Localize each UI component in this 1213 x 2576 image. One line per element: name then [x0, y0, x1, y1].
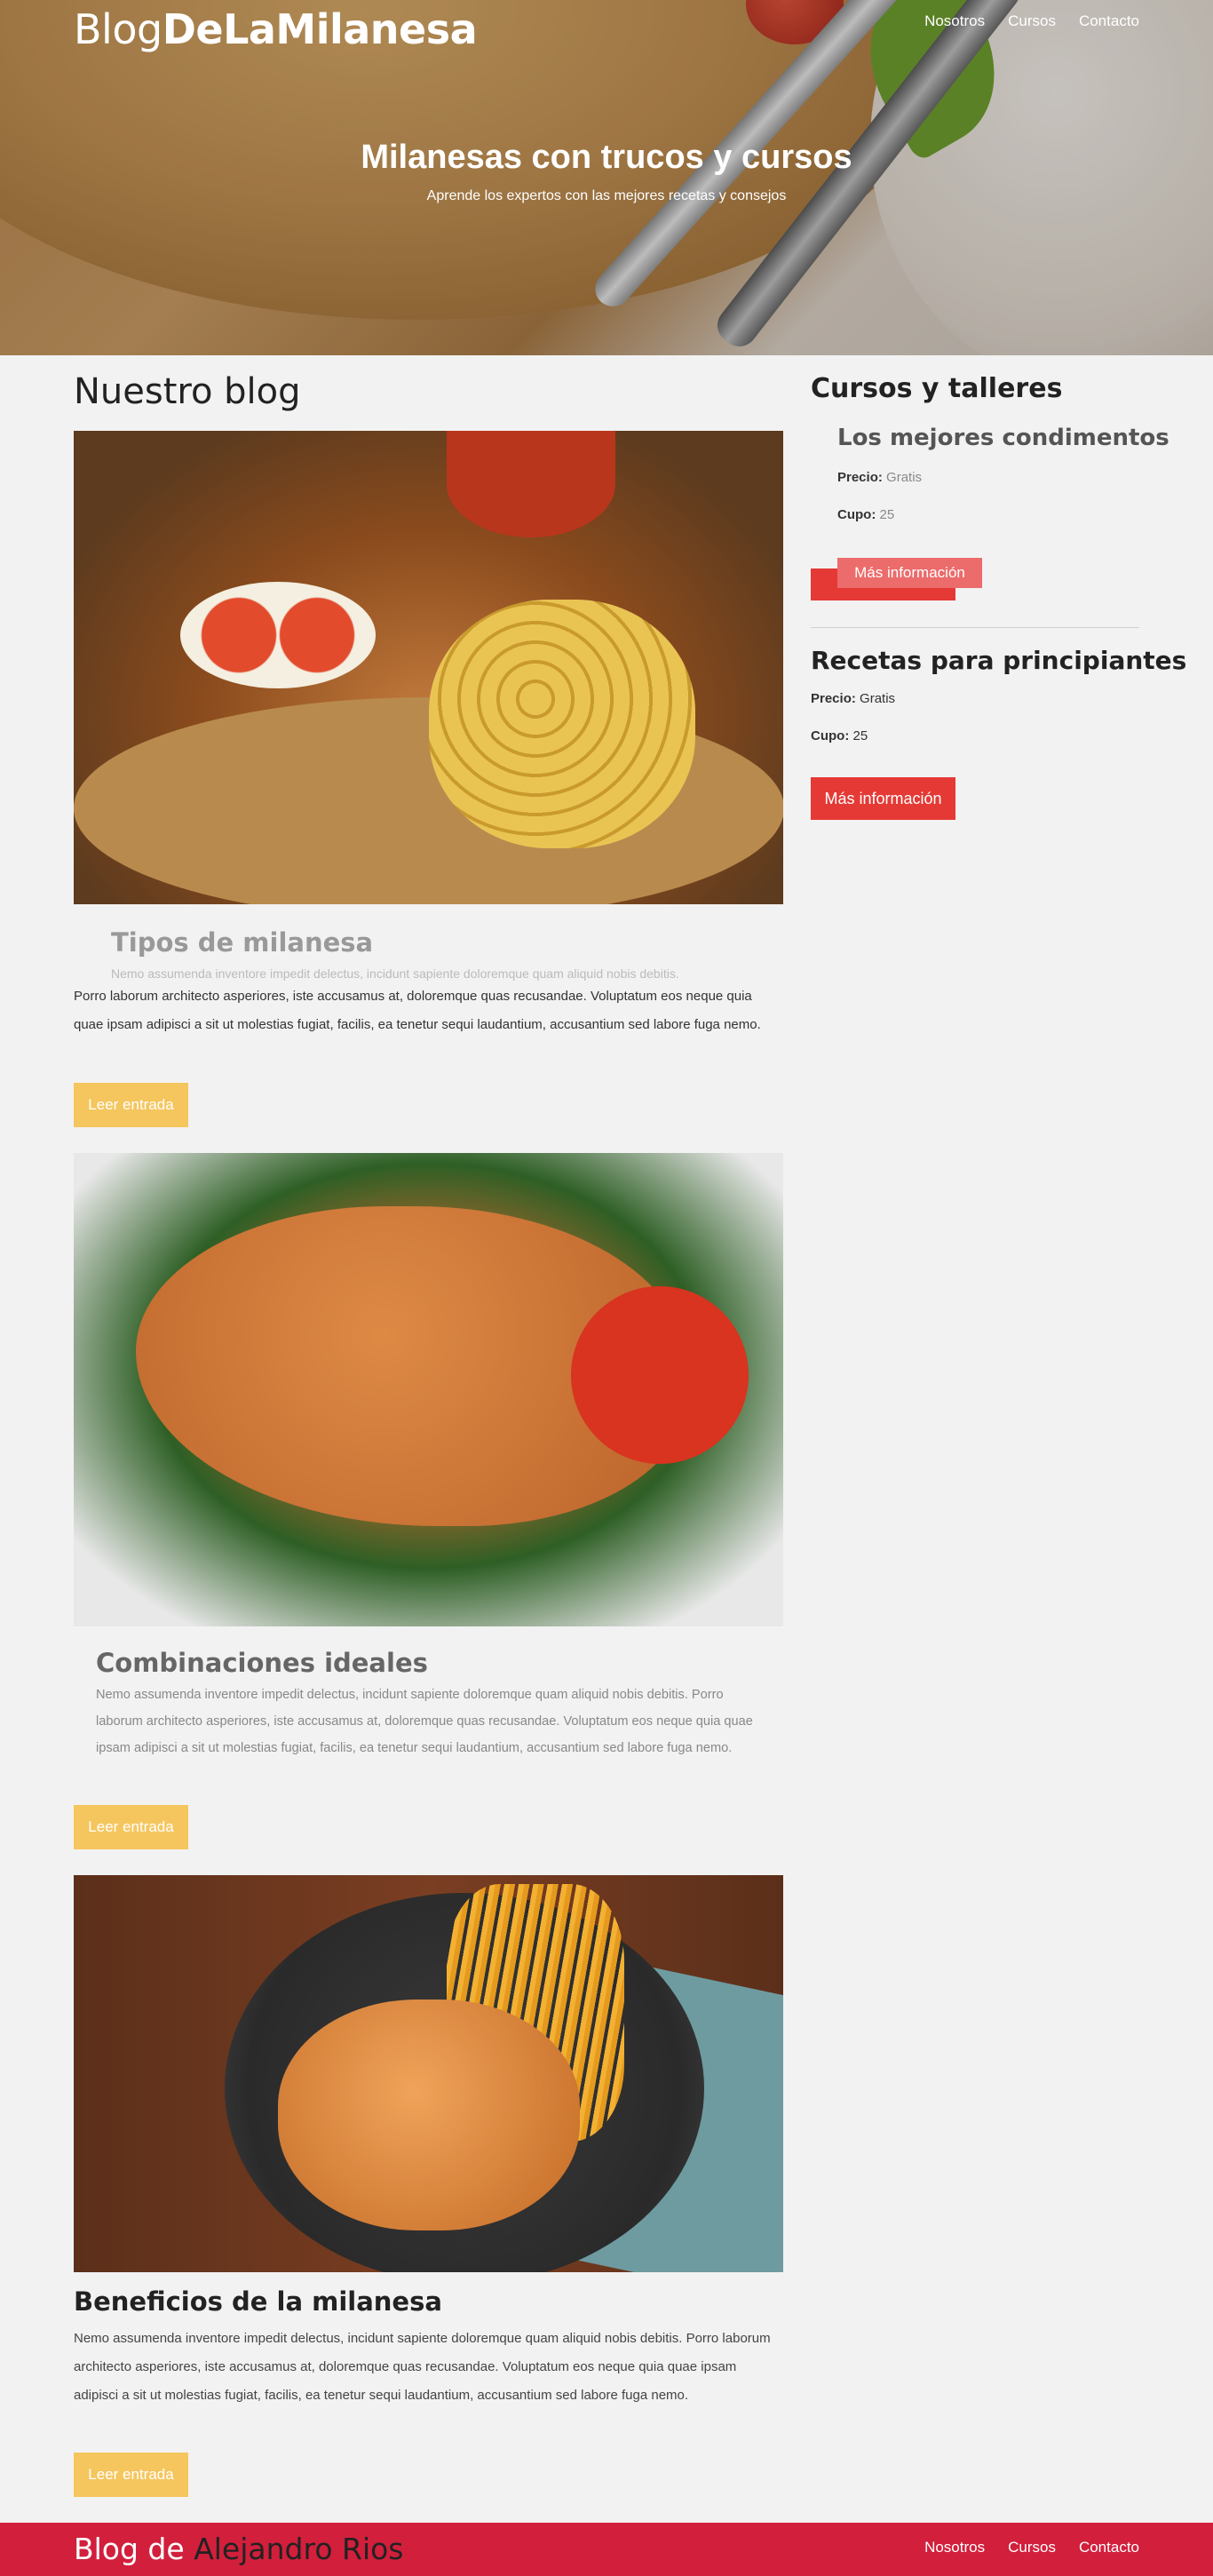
footer-nav: Nosotros Cursos Contacto — [924, 2539, 1139, 2556]
site-logo[interactable]: BlogDeLaMilanesa — [74, 5, 478, 53]
post-title: Beneficios de la milanesa — [74, 2286, 442, 2317]
price-value: Gratis — [860, 691, 896, 706]
more-info-button[interactable]: Más información — [837, 558, 982, 588]
course-price: Precio: Gratis — [837, 470, 922, 485]
tomato-slice — [571, 1286, 749, 1464]
logo-light-text: Blog — [74, 5, 163, 53]
footer-brand-prefix: Blog de — [74, 2532, 185, 2566]
course-title: Recetas para principiantes — [811, 646, 1187, 675]
post-text: Porro laborum architecto asperiores, ist… — [74, 989, 761, 1032]
potato-slices — [429, 600, 695, 848]
footer-nav-cursos[interactable]: Cursos — [1008, 2539, 1056, 2556]
blog-title: Nuestro blog — [74, 371, 301, 412]
course-capacity: Cupo: 25 — [811, 728, 868, 743]
capacity-value: 25 — [879, 507, 895, 522]
course-title: Los mejores condimentos — [837, 425, 1169, 451]
hero-title: Milanesas con trucos y cursos — [361, 139, 852, 176]
more-info-button[interactable]: Más información — [811, 777, 955, 820]
price-value: Gratis — [886, 470, 923, 485]
footer-logo[interactable]: Blog de Alejandro Rios — [74, 2532, 404, 2566]
nav-cursos[interactable]: Cursos — [1008, 12, 1056, 30]
nav-contacto[interactable]: Contacto — [1079, 12, 1139, 30]
nav-nosotros[interactable]: Nosotros — [924, 12, 985, 30]
hero-overlay — [0, 0, 1213, 355]
post-title: Tipos de milanesa — [111, 927, 374, 958]
read-post-button[interactable]: Leer entrada — [74, 2453, 188, 2497]
post-image-beneficios — [74, 1875, 783, 2272]
course-price: Precio: Gratis — [811, 691, 895, 706]
capacity-value: 25 — [852, 728, 868, 743]
post-image-combinaciones — [74, 1153, 783, 1626]
main-nav: Nosotros Cursos Contacto — [924, 12, 1139, 30]
footer-brand-name: Alejandro Rios — [194, 2532, 404, 2566]
tomato-cheese-topping — [180, 582, 376, 688]
post-text: Nemo assumenda inventore impedit delectu… — [96, 1688, 753, 1755]
price-label: Precio: — [837, 470, 883, 485]
post-title: Combinaciones ideales — [96, 1648, 428, 1678]
capacity-label: Cupo: — [837, 507, 876, 522]
course-capacity: Cupo: 25 — [837, 507, 894, 522]
capacity-label: Cupo: — [811, 728, 850, 743]
footer-nav-contacto[interactable]: Contacto — [1079, 2539, 1139, 2556]
post-faded-line: Nemo assumenda inventore impedit delectu… — [111, 966, 679, 981]
post-image-tipos — [74, 431, 783, 904]
breaded-cutlet — [278, 2000, 580, 2230]
divider — [811, 627, 1139, 628]
read-post-button[interactable]: Leer entrada — [74, 1805, 188, 1849]
post-text: Nemo assumenda inventore impedit delectu… — [74, 2331, 771, 2403]
hero-banner: BlogDeLaMilanesa Nosotros Cursos Contact… — [0, 0, 1213, 355]
read-post-button[interactable]: Leer entrada — [74, 1083, 188, 1127]
price-label: Precio: — [811, 691, 856, 706]
hero-subtitle: Aprende los expertos con las mejores rec… — [426, 188, 787, 203]
sauce-bowl — [447, 431, 615, 537]
logo-bold-text: DeLaMilanesa — [162, 5, 478, 53]
footer: Blog de Alejandro Rios Nosotros Cursos C… — [0, 2523, 1213, 2576]
sidebar-title: Cursos y talleres — [811, 373, 1063, 404]
footer-nav-nosotros[interactable]: Nosotros — [924, 2539, 985, 2556]
